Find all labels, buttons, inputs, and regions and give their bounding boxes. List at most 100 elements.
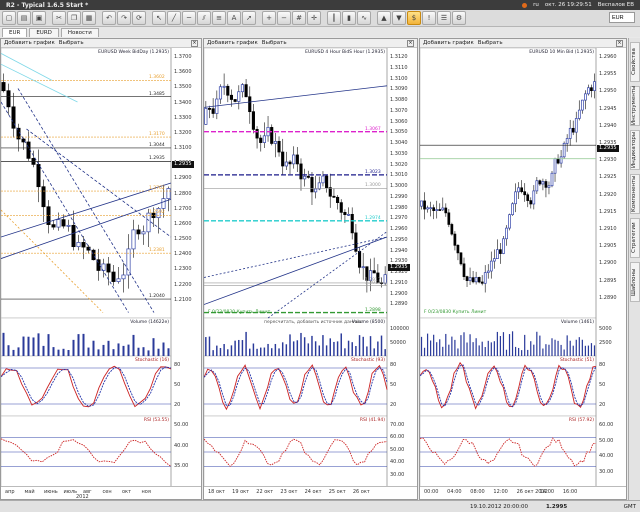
candle (459, 252, 463, 265)
select-button[interactable]: Выбрать (478, 40, 503, 46)
close-icon[interactable]: × (191, 39, 198, 47)
new-icon[interactable]: ▢ (2, 11, 16, 25)
candle (240, 84, 244, 93)
level-label: 1.3485 (149, 91, 165, 97)
close-icon[interactable]: × (616, 39, 623, 47)
rsi-label: RSI (41.94) (359, 418, 385, 423)
undo-icon[interactable]: ↶ (102, 11, 116, 25)
price-tick: 1.2950 (599, 88, 617, 95)
candle (590, 87, 593, 92)
stoch-tick: 50 (599, 382, 606, 388)
chart-canvas[interactable] (1, 48, 201, 500)
sidebar-tab[interactable]: Стратегии (630, 218, 640, 258)
tab-news[interactable]: Новости (60, 28, 99, 37)
candle (61, 219, 66, 227)
price-tick: 1.3100 (390, 75, 408, 82)
candle (505, 227, 508, 240)
pane-frame (204, 48, 388, 319)
language-indicator[interactable]: ru (533, 2, 539, 8)
add-chart-button[interactable]: Добавить график (4, 40, 55, 46)
candle (383, 274, 387, 284)
sidebar-tab[interactable]: Индикаторы (630, 130, 640, 170)
grid-icon[interactable]: # (292, 11, 306, 25)
cut-icon[interactable]: ✂ (52, 11, 66, 25)
select-button[interactable]: Выбрать (59, 40, 84, 46)
zoom-in-icon[interactable]: + (262, 11, 276, 25)
candle (211, 108, 215, 114)
candle (444, 207, 448, 214)
copy-icon[interactable]: ❐ (67, 11, 81, 25)
sidebar-tab[interactable]: Компоненты (630, 174, 640, 214)
candle (161, 198, 166, 209)
price-tick: 1.3110 (390, 64, 408, 71)
settings-icon[interactable]: ⚙ (452, 11, 466, 25)
candle (248, 96, 252, 113)
candles-icon[interactable]: ▮ (342, 11, 356, 25)
stoch-tick: 80 (599, 362, 606, 368)
price-tick: 1.2890 (390, 301, 408, 308)
sidebar-tab[interactable]: Свойства (630, 42, 640, 82)
clock: окт. 26 19:29:51 (544, 2, 592, 8)
level-label: 1.2974 (365, 215, 381, 221)
hline-tool-icon[interactable]: ─ (182, 11, 196, 25)
add-chart-button[interactable]: Добавить график (423, 40, 474, 46)
time-tick: ноя (141, 489, 151, 495)
candle (321, 175, 325, 184)
price-tick: 1.2895 (599, 277, 617, 284)
text-tool-icon[interactable]: A (227, 11, 241, 25)
trade-mode-icon[interactable]: $ (407, 11, 421, 25)
price-tick: 1.2800 (174, 190, 192, 197)
candle (226, 85, 230, 96)
channel-tool-icon[interactable]: ⫽ (197, 11, 211, 25)
level-label: 1.2935 (149, 156, 165, 162)
chart-panel-weekly[interactable]: Добавить график Выбрать × 1.3700 1.3600 1.… (0, 38, 202, 500)
chart-canvas[interactable] (420, 48, 626, 500)
add-chart-button[interactable]: Добавить график (207, 40, 258, 46)
stoch-tick: 20 (599, 402, 606, 408)
sidebar-tab[interactable]: Инструменты (630, 86, 640, 126)
candle (325, 175, 329, 188)
buy-icon[interactable]: ▲ (377, 11, 391, 25)
candle (251, 111, 255, 130)
crosshair-icon[interactable]: ✛ (307, 11, 321, 25)
time-tick: 18 окт (208, 489, 225, 495)
orders-icon[interactable]: ☰ (437, 11, 451, 25)
sell-icon[interactable]: ▼ (392, 11, 406, 25)
notification-icon[interactable] (522, 2, 528, 8)
candle (306, 175, 310, 178)
price-tick: 1.3020 (390, 161, 408, 168)
chart-canvas[interactable] (204, 48, 417, 500)
line-tool-icon[interactable]: ╱ (167, 11, 181, 25)
rsi-tick: 35.00 (174, 463, 189, 470)
line-chart-icon[interactable]: ∿ (357, 11, 371, 25)
candle (523, 191, 527, 196)
paste-icon[interactable]: ▦ (82, 11, 96, 25)
candle (456, 244, 460, 254)
chart-panel-4hour[interactable]: Добавить график Выбрать × 1.3120 1.3110 1.… (203, 38, 418, 500)
open-icon[interactable]: ▤ (17, 11, 31, 25)
symbol-input[interactable] (609, 12, 635, 23)
candle (303, 175, 307, 180)
chart-panel-10min[interactable]: Добавить график Выбрать × 1.2960 1.2955 1.… (419, 38, 627, 500)
tab-eur[interactable]: EUR (2, 28, 28, 37)
candle (273, 141, 277, 144)
status-timezone: GMT (623, 503, 636, 510)
tab-eurd[interactable]: EURD (29, 28, 59, 37)
bars-icon[interactable]: ┃ (327, 11, 341, 25)
arrow-tool-icon[interactable]: ➚ (242, 11, 256, 25)
cursor-icon[interactable]: ↖ (152, 11, 166, 25)
user-name[interactable]: Веспалов ЕВ (598, 2, 634, 8)
alert-icon[interactable]: ! (422, 11, 436, 25)
candle (574, 118, 578, 133)
refresh-icon[interactable]: ⟳ (132, 11, 146, 25)
redo-icon[interactable]: ↷ (117, 11, 131, 25)
candle (361, 266, 365, 269)
zoom-out-icon[interactable]: − (277, 11, 291, 25)
close-icon[interactable]: × (407, 39, 414, 47)
rsi-tick: 60.00 (599, 422, 614, 428)
save-icon[interactable]: ▣ (32, 11, 46, 25)
volume-tick: 5000 (599, 326, 612, 332)
sidebar-tab[interactable]: Шаблоны (630, 262, 640, 302)
fibo-tool-icon[interactable]: ≡ (212, 11, 226, 25)
select-button[interactable]: Выбрать (262, 40, 287, 46)
